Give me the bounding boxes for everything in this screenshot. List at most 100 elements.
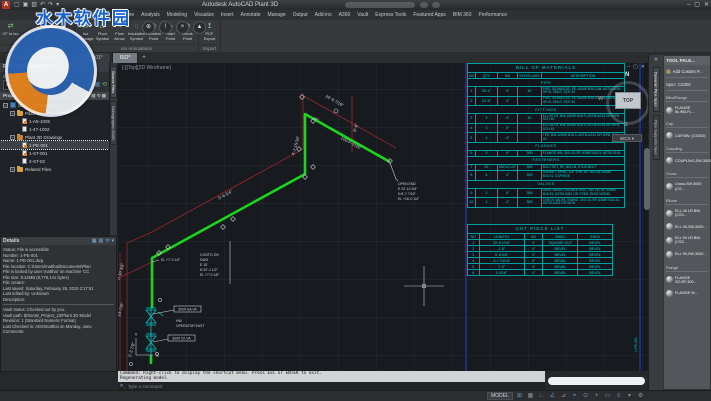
status-icon-11[interactable]: ⚙ (636, 392, 645, 400)
ribbon-button-cf-to-iso[interactable]: ⇄CF to Iso (2, 22, 19, 37)
ribbon-tab-output[interactable]: Output (289, 10, 311, 20)
ribbon-tab-visualize[interactable]: Visualize (191, 10, 218, 20)
horizontal-scrollbar[interactable] (548, 377, 645, 385)
autocad-app-logo[interactable]: A (2, 1, 10, 9)
ribbon-tab-performance[interactable]: Performance (475, 10, 511, 20)
info-icon[interactable]: ! (159, 21, 172, 34)
qat-icon-2[interactable]: ▥ (31, 1, 37, 9)
close-icon[interactable]: ✕ (704, 1, 709, 9)
valve-assembly[interactable] (146, 308, 163, 356)
maximize-icon[interactable]: ▢ (694, 1, 700, 9)
model-space-button[interactable]: MODEL (487, 392, 513, 400)
file-tab-start[interactable]: Start (4, 52, 31, 63)
ribbon-tab-express-tools[interactable]: Express Tools (372, 10, 410, 20)
vp-restore-icon[interactable]: ▢ (633, 64, 638, 70)
tree-item-sanw-project-23[interactable]: −SanW_Project_23 (0, 101, 109, 109)
help-icon[interactable] (432, 2, 440, 8)
ribbon-panel-label-iso-creation[interactable]: Iso Creation (0, 44, 74, 52)
tree-item-1-pe-001[interactable]: 1-PE-001 (0, 141, 109, 149)
status-icon-2[interactable]: ∟ (537, 392, 546, 400)
status-icon-9[interactable]: ≡ (614, 392, 623, 400)
tree-item-p-id-drawings[interactable]: −P&ID Drawings (0, 109, 109, 117)
status-icon-8[interactable]: ▭ (603, 392, 612, 400)
project-refresh-icon[interactable]: ⟲ (102, 81, 107, 89)
drawing-viewport[interactable]: 20'-6 7/16" ø4" 100-P-0100 5'-6 3/4" 8'-… (118, 63, 648, 372)
qat-icon-5[interactable]: ▾ (56, 1, 59, 9)
ribbon-button-iso-message[interactable]: ✉Iso Message (77, 22, 94, 41)
ribbon-tab-structure[interactable]: Structure (110, 10, 137, 20)
ribbon-tab-analysis[interactable]: Analysis (138, 10, 164, 20)
status-icon-1[interactable]: ▦ (526, 392, 535, 400)
ribbon-tab-vault[interactable]: Vault (354, 10, 372, 20)
palette-item-ell-45-sw-3000[interactable]: ELL 45,SW,3000... (666, 220, 708, 233)
ribbon-tab-insert[interactable]: Insert (217, 10, 237, 20)
viewcube-wcs-menu[interactable]: WCS ▾ (612, 134, 642, 142)
qat-icon-1[interactable]: ▣ (23, 1, 29, 9)
ribbon-button-flow-arrow[interactable]: →Flow Arrow (111, 22, 128, 41)
status-icon-6[interactable]: ⊙ (581, 392, 590, 400)
palette-item-cross-sw-3000-cs[interactable]: Cross,SW,3000 (CS... (666, 179, 708, 193)
command-input[interactable]: >_ Type a command (118, 382, 545, 390)
ribbon-tab-modeling[interactable]: Modeling (163, 10, 190, 20)
viewport-controls-label[interactable]: [-][Top][2D Wireframe] (122, 65, 171, 71)
palette-item-coupling-sw-3000[interactable]: COUPLING,SW,3000... (666, 154, 708, 167)
palette-item-flange-blind-fl[interactable]: FLANGE BLIND,FL... (666, 103, 708, 117)
viewcube-north[interactable]: N (625, 72, 629, 78)
status-icon-7[interactable]: + (592, 392, 601, 400)
tree-expander[interactable]: − (10, 111, 15, 116)
palette-item-ell-90-sw-3000[interactable]: ELL 90,SW,3000... (666, 248, 708, 261)
ribbon-tab-bim-360[interactable]: BIM 360 (449, 10, 475, 20)
project-section-bar[interactable]: Project ▤ ⟲ ▦ (0, 92, 109, 100)
palette-tab-dynamic-pipe-spec[interactable]: Dynamic Pipe Spec (653, 67, 660, 112)
palette-scrollbar[interactable] (644, 148, 650, 210)
palette-close-icon[interactable]: ✕ (654, 57, 658, 63)
vp-minimize-icon[interactable]: – (627, 64, 630, 70)
project-toolbar-icons[interactable]: ▤ ⟲ ▦ (91, 92, 106, 100)
pm-side-tab-source-files[interactable]: Source Files (110, 66, 117, 98)
palette-item-ell-90-lr-bw-cs3[interactable]: ELL 90 LR,BW, (CS3... (666, 233, 708, 247)
globe-icon[interactable]: ⊕ (142, 21, 155, 34)
vp-close-icon[interactable]: ✕ (641, 64, 645, 70)
file-tab-drawing1[interactable]: Drawing1* (32, 52, 71, 63)
tool-palette-title[interactable]: TOOL PALE... (664, 56, 710, 65)
signin-icon[interactable] (420, 2, 428, 8)
minimize-icon[interactable]: – (687, 1, 690, 9)
details-toolbar-icons[interactable]: ▦▤⟲▾ (92, 237, 114, 245)
new-tab-button[interactable]: + (139, 53, 149, 63)
a360-icon[interactable]: ▲ (193, 21, 206, 34)
viewcube-west[interactable]: W (598, 96, 603, 102)
ribbon-tab-a360[interactable]: A360 (335, 10, 354, 20)
pm-side-tab-orthographic-dwg[interactable]: Orthographic DWG (110, 101, 117, 145)
status-icon-0[interactable]: ⊞ (515, 392, 524, 400)
status-icon-5[interactable]: ⌖ (570, 392, 579, 400)
tree-item-1-a5-1005[interactable]: 1-A5-1005 (0, 117, 109, 125)
palette-item-ell-45-lr-bw-cs3[interactable]: ELL 45 LR,BW, (CS3... (666, 206, 708, 220)
tree-expander[interactable]: − (3, 103, 8, 108)
palette-item-flange-so-rf-300[interactable]: FLANGE SO,RF,300... (666, 273, 708, 287)
ribbon-panel-label-export[interactable]: Export (199, 44, 220, 52)
status-icon-3[interactable]: ∠ (548, 392, 557, 400)
palette-item-cap-bw-cs300[interactable]: CAP,BW, (CS300) (666, 129, 708, 142)
ribbon-tab-home[interactable]: Home (90, 10, 110, 20)
tree-item-1-47-1002[interactable]: 1-47-1002 (0, 125, 109, 133)
tree-expander[interactable]: + (10, 167, 15, 172)
ribbon-button-floor-symbol[interactable]: ▱Floor Symbol (94, 22, 111, 41)
project-browser-icon[interactable]: ▦ (94, 81, 100, 89)
palette-item-flange-w[interactable]: FLANGE W... (666, 287, 708, 300)
ribbon-tab-featured-apps[interactable]: Featured Apps (410, 10, 450, 20)
tree-item-plant-3d-drawings[interactable]: −Plant 3D Drawings (0, 133, 109, 141)
qat-icon-0[interactable]: ▢ (14, 1, 20, 9)
tree-item-related-files[interactable]: +Related Files (0, 165, 109, 173)
ribbon-tab-annotate[interactable]: Annotate (237, 10, 264, 20)
viewcube-top-face[interactable]: TOP (615, 92, 641, 109)
infocenter-search[interactable] (345, 2, 415, 8)
file-tab-iso[interactable]: ISO* (112, 52, 139, 63)
palette-tab-pipe-supports-spec[interactable]: Pipe Supports Spec (653, 115, 660, 160)
qat-icon-4[interactable]: ↷ (48, 1, 53, 9)
viewcube-south[interactable]: S (624, 122, 628, 128)
qat-icon-3[interactable]: ↶ (40, 1, 45, 9)
current-project-dropdown[interactable]: SanW_Project_23 ▾ (3, 80, 92, 90)
tree-item-1-st-001[interactable]: 1-ST-001 (0, 149, 109, 157)
tree-expander[interactable]: − (10, 135, 15, 140)
tree-item-2-st-02[interactable]: 2-ST-02 (0, 157, 109, 165)
